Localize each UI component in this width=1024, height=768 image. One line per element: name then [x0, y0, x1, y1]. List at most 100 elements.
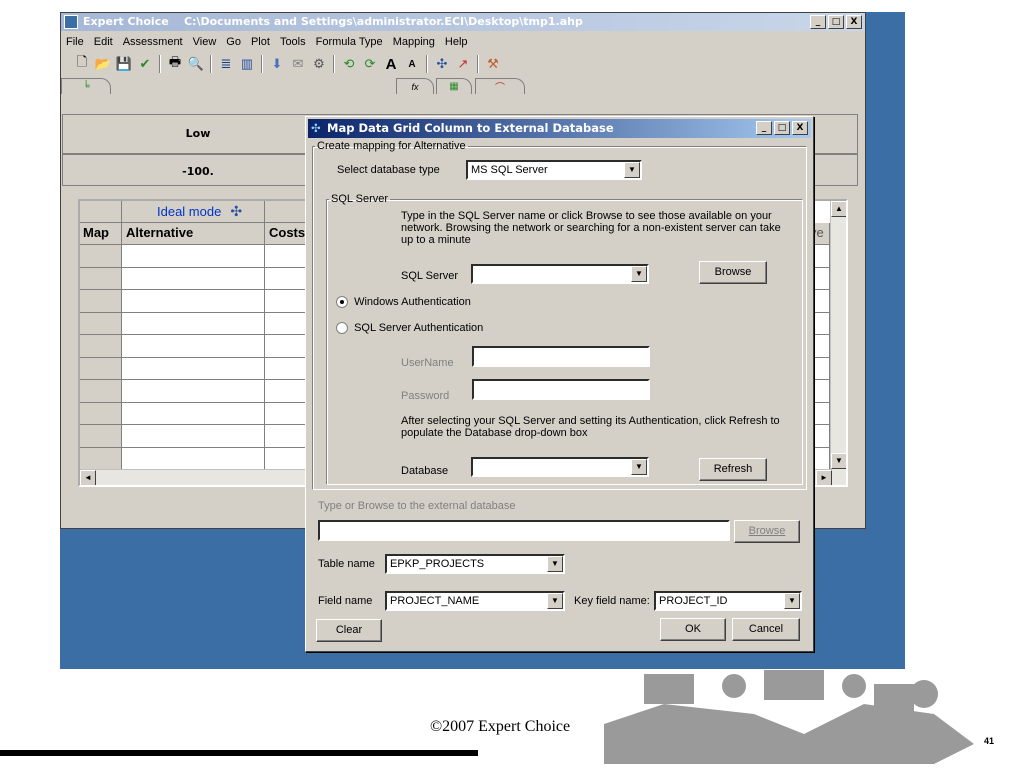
table-cell[interactable]	[80, 267, 122, 290]
col-alternative[interactable]: Alternative	[122, 223, 265, 245]
grid-vertical-scrollbar[interactable]: ▲ ▼	[830, 201, 846, 485]
menu-view[interactable]: View	[188, 36, 222, 48]
menu-file[interactable]: File	[61, 36, 89, 48]
chevron-down-icon[interactable]: ▼	[784, 593, 800, 609]
open-icon[interactable]: 📂	[94, 55, 112, 73]
sql-server-select[interactable]: ▼	[471, 264, 649, 284]
doc-icon[interactable]: ✉	[289, 55, 307, 73]
table-cell[interactable]	[80, 357, 122, 380]
username-input[interactable]	[472, 346, 650, 367]
password-input[interactable]	[472, 379, 650, 400]
new-icon[interactable]: 🗋	[73, 54, 91, 73]
scroll-left-button[interactable]: ◄	[80, 470, 96, 485]
table-cell[interactable]	[122, 425, 265, 448]
ideal-mode-label[interactable]: Ideal mode	[157, 204, 221, 219]
table-cell[interactable]	[80, 312, 122, 335]
chevron-down-icon[interactable]: ▼	[624, 162, 640, 178]
tab-tree[interactable]: ╘	[61, 78, 111, 94]
browse-server-button[interactable]: Browse	[699, 261, 767, 284]
menu-formula-type[interactable]: Formula Type	[311, 36, 388, 48]
maximize-button[interactable]: □	[828, 15, 844, 29]
scroll-up-button[interactable]: ▲	[831, 201, 846, 217]
minimize-button[interactable]: _	[810, 15, 826, 29]
sql-auth-radio[interactable]	[336, 322, 348, 335]
menu-bar: File Edit Assessment View Go Plot Tools …	[61, 32, 865, 52]
tool-icon[interactable]: ⚒	[484, 55, 502, 73]
browse-db-button[interactable]: Browse	[734, 520, 800, 543]
table-cell[interactable]	[122, 312, 265, 335]
table-name-select[interactable]: EPKP_PROJECTS ▼	[385, 554, 565, 574]
key-field-select[interactable]: PROJECT_ID ▼	[654, 591, 802, 611]
bars-icon[interactable]: ≣	[217, 55, 235, 73]
table-cell[interactable]	[122, 290, 265, 313]
clear-button[interactable]: Clear	[316, 619, 382, 642]
windows-auth-radio[interactable]	[336, 296, 348, 309]
footer-rule	[0, 750, 478, 756]
preview-icon[interactable]: 🔍	[187, 55, 205, 73]
menu-plot[interactable]: Plot	[246, 36, 275, 48]
field-name-select[interactable]: PROJECT_NAME ▼	[385, 591, 565, 611]
menu-edit[interactable]: Edit	[89, 36, 118, 48]
dialog-minimize-button[interactable]: _	[756, 121, 772, 135]
print-icon[interactable]: 🖶	[166, 54, 184, 73]
menu-go[interactable]: Go	[221, 36, 246, 48]
menu-mapping[interactable]: Mapping	[388, 36, 440, 48]
username-label: UserName	[401, 357, 454, 369]
table-cell[interactable]	[122, 380, 265, 403]
close-button[interactable]: X	[846, 15, 862, 29]
tab-grid[interactable]: ▦	[436, 78, 472, 94]
font-up-icon[interactable]: A	[382, 55, 400, 73]
chart-icon[interactable]: ▥	[238, 55, 256, 73]
tab-curve[interactable]: ⌒	[475, 78, 525, 94]
table-cell[interactable]	[80, 425, 122, 448]
chevron-down-icon[interactable]: ▼	[547, 556, 563, 572]
font-down-icon[interactable]: A	[403, 55, 421, 73]
menu-help[interactable]: Help	[440, 36, 473, 48]
refresh-button[interactable]: Refresh	[699, 458, 767, 481]
chevron-down-icon[interactable]: ▼	[631, 266, 647, 282]
refresh-icon[interactable]: ⟲	[340, 55, 358, 73]
table-cell[interactable]	[122, 245, 265, 268]
table-cell[interactable]	[122, 335, 265, 358]
menu-tools[interactable]: Tools	[275, 36, 311, 48]
table-cell[interactable]	[80, 447, 122, 470]
sql-auth-option[interactable]: SQL Server Authentication	[336, 322, 483, 335]
green-refresh-icon[interactable]: ⟳	[361, 55, 379, 73]
sql-server-group-label: SQL Server	[331, 193, 389, 205]
external-db-input[interactable]	[318, 520, 730, 541]
network-icon[interactable]: ✣	[433, 55, 451, 73]
ok-button[interactable]: OK	[660, 618, 726, 641]
check-icon[interactable]: ✔	[136, 55, 154, 73]
chevron-down-icon[interactable]: ▼	[547, 593, 563, 609]
app-title: Expert Choice C:\Documents and Settings\…	[83, 15, 583, 28]
windows-auth-option[interactable]: Windows Authentication	[336, 296, 471, 309]
table-cell[interactable]	[122, 447, 265, 470]
down-arrow-icon[interactable]: ⬇	[268, 55, 286, 73]
table-cell[interactable]	[80, 245, 122, 268]
col-map[interactable]: Map	[80, 223, 122, 245]
graph-icon[interactable]: ↗	[454, 55, 472, 73]
table-cell[interactable]	[122, 402, 265, 425]
slide-footer: ©2007 Expert Choice	[430, 718, 571, 735]
chevron-down-icon[interactable]: ▼	[631, 459, 647, 475]
dialog-close-button[interactable]: X	[792, 121, 808, 135]
cycle-icon[interactable]: ⚙	[310, 55, 328, 73]
map-dialog: ✣ Map Data Grid Column to External Datab…	[305, 116, 814, 652]
table-cell[interactable]	[80, 335, 122, 358]
save-icon[interactable]: 💾	[115, 55, 133, 73]
sql-server-label: SQL Server	[401, 270, 459, 282]
menu-assessment[interactable]: Assessment	[118, 36, 188, 48]
tab-formula[interactable]: fx	[396, 78, 434, 94]
table-cell[interactable]	[122, 267, 265, 290]
low-value: -100.	[182, 165, 214, 178]
table-cell[interactable]	[80, 402, 122, 425]
table-cell[interactable]	[80, 290, 122, 313]
db-type-select[interactable]: MS SQL Server ▼	[466, 160, 642, 180]
database-select[interactable]: ▼	[471, 457, 649, 477]
scroll-right-button[interactable]: ►	[816, 470, 832, 485]
table-cell[interactable]	[122, 357, 265, 380]
cancel-button[interactable]: Cancel	[732, 618, 800, 641]
scroll-down-button[interactable]: ▼	[831, 453, 846, 469]
table-cell[interactable]	[80, 380, 122, 403]
dialog-maximize-button[interactable]: □	[774, 121, 790, 135]
